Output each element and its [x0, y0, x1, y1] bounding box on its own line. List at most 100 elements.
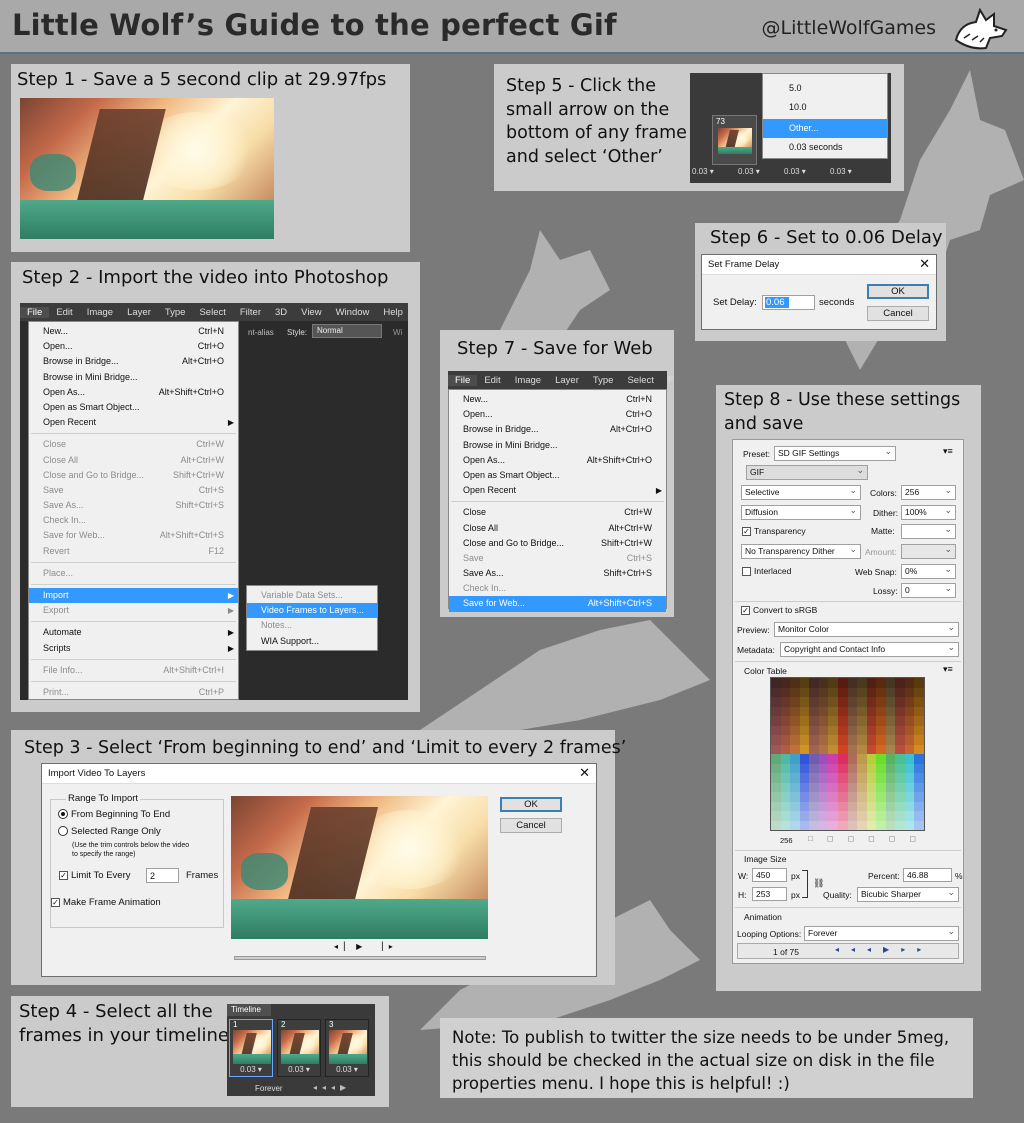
color-swatch[interactable] — [780, 792, 791, 802]
menu-item-import[interactable]: Import ▶ — [29, 588, 238, 604]
menu-item-open-recent[interactable]: Open Recent ▶ — [29, 415, 238, 430]
link-icon[interactable] — [802, 870, 808, 898]
color-swatch[interactable] — [914, 754, 924, 764]
color-swatch[interactable] — [885, 754, 896, 764]
color-swatch[interactable] — [771, 716, 781, 726]
menu-item-export[interactable]: Export ▶ — [29, 603, 238, 618]
color-swatch[interactable] — [914, 763, 924, 773]
color-swatch[interactable] — [904, 735, 915, 745]
color-swatch[interactable] — [885, 744, 896, 754]
color-swatch[interactable] — [771, 792, 781, 802]
color-swatch[interactable] — [828, 697, 838, 707]
color-swatch[interactable] — [828, 678, 838, 688]
timeline-frame[interactable]: 3 0.03 ▾ — [325, 1019, 369, 1077]
color-swatch[interactable] — [771, 735, 781, 745]
color-swatch[interactable] — [904, 716, 915, 726]
color-swatch[interactable] — [799, 744, 810, 754]
color-swatch[interactable] — [876, 725, 886, 735]
menu-item-video-frames-to-layers[interactable]: Video Frames to Layers... — [247, 603, 377, 619]
color-swatch[interactable] — [809, 820, 819, 830]
color-swatch[interactable] — [876, 744, 886, 754]
menu-item-save[interactable]: Save Ctrl+S — [449, 551, 666, 566]
color-swatch[interactable] — [790, 716, 800, 726]
color-swatch[interactable] — [818, 792, 829, 802]
color-swatch[interactable] — [914, 792, 924, 802]
color-swatch[interactable] — [799, 725, 810, 735]
color-swatch[interactable] — [828, 754, 838, 764]
color-swatch[interactable] — [809, 687, 819, 697]
color-swatch[interactable] — [857, 763, 867, 773]
frame-delay-label[interactable]: 0.03 ▾ — [830, 167, 852, 176]
color-swatch[interactable] — [828, 801, 838, 811]
color-swatch[interactable] — [847, 754, 858, 764]
color-swatch[interactable] — [818, 811, 829, 821]
color-swatch[interactable] — [799, 754, 810, 764]
color-swatch[interactable] — [780, 801, 791, 811]
color-swatch[interactable] — [904, 706, 915, 716]
color-swatch[interactable] — [847, 792, 858, 802]
menu-item-close[interactable]: Close Ctrl+W — [29, 437, 238, 452]
color-swatch[interactable] — [790, 744, 800, 754]
menubar-item-edit[interactable]: Edit — [49, 307, 79, 318]
color-swatch[interactable] — [857, 697, 867, 707]
color-swatch[interactable] — [799, 716, 810, 726]
color-swatch[interactable] — [866, 744, 877, 754]
color-swatch[interactable] — [809, 754, 819, 764]
color-swatch[interactable] — [904, 782, 915, 792]
color-swatch[interactable] — [809, 725, 819, 735]
color-swatch[interactable] — [837, 725, 848, 735]
color-swatch[interactable] — [914, 773, 924, 783]
color-swatch[interactable] — [780, 706, 791, 716]
color-swatch[interactable] — [857, 744, 867, 754]
color-swatch[interactable] — [885, 811, 896, 821]
color-swatch[interactable] — [885, 782, 896, 792]
color-swatch[interactable] — [876, 754, 886, 764]
color-swatch[interactable] — [790, 735, 800, 745]
height-input[interactable]: 253 — [752, 887, 787, 901]
color-swatch[interactable] — [904, 773, 915, 783]
color-swatch[interactable] — [914, 782, 924, 792]
menu-item-scripts[interactable]: Scripts ▶ — [29, 641, 238, 656]
color-swatch[interactable] — [837, 820, 848, 830]
color-swatch[interactable] — [780, 782, 791, 792]
color-swatch[interactable] — [828, 792, 838, 802]
menubar-item-image[interactable]: Image — [508, 375, 548, 386]
color-swatch[interactable] — [828, 744, 838, 754]
color-swatch[interactable] — [914, 716, 924, 726]
preview-select[interactable]: Monitor Color — [774, 621, 959, 637]
menubar-item-edit[interactable]: Edit — [477, 375, 507, 386]
menu-item-file-info[interactable]: File Info... Alt+Shift+Ctrl+I — [29, 663, 238, 678]
menu-item-save[interactable]: Save Ctrl+S — [29, 483, 238, 498]
menu-item-close-and-go-to-bridge[interactable]: Close and Go to Bridge... Shift+Ctrl+W — [449, 536, 666, 551]
frame-nav-buttons[interactable]: ◂◂◂▶▸▸ — [835, 945, 933, 954]
color-swatch[interactable] — [895, 706, 905, 716]
transparency-checkbox[interactable]: ✓ — [742, 527, 751, 536]
timeline-tab[interactable]: Timeline — [227, 1004, 271, 1016]
color-swatch[interactable] — [828, 687, 838, 697]
menu-item-browse-in-bridge[interactable]: Browse in Bridge... Alt+Ctrl+O — [29, 354, 238, 369]
color-swatch[interactable] — [866, 725, 877, 735]
color-swatch[interactable] — [847, 801, 858, 811]
color-swatch[interactable] — [876, 763, 886, 773]
color-swatch[interactable] — [866, 687, 877, 697]
color-swatch[interactable] — [885, 687, 896, 697]
color-swatch[interactable] — [857, 811, 867, 821]
color-swatch[interactable] — [837, 801, 848, 811]
color-swatch[interactable] — [818, 687, 829, 697]
color-swatch[interactable] — [895, 754, 905, 764]
delay-option[interactable]: 10.0 — [763, 98, 887, 119]
menubar-item-image[interactable]: Image — [80, 307, 120, 318]
menu-item-open-recent[interactable]: Open Recent ▶ — [449, 483, 666, 498]
color-swatch[interactable] — [914, 706, 924, 716]
color-swatch[interactable] — [799, 735, 810, 745]
color-swatch[interactable] — [818, 706, 829, 716]
color-swatch[interactable] — [857, 820, 867, 830]
color-swatch[interactable] — [837, 811, 848, 821]
color-swatch[interactable] — [904, 801, 915, 811]
menu-item-close-and-go-to-bridge[interactable]: Close and Go to Bridge... Shift+Ctrl+W — [29, 468, 238, 483]
color-swatch[interactable] — [904, 744, 915, 754]
color-swatch[interactable] — [771, 820, 781, 830]
color-swatch[interactable] — [895, 763, 905, 773]
color-swatch[interactable] — [780, 678, 791, 688]
color-swatch[interactable] — [818, 820, 829, 830]
